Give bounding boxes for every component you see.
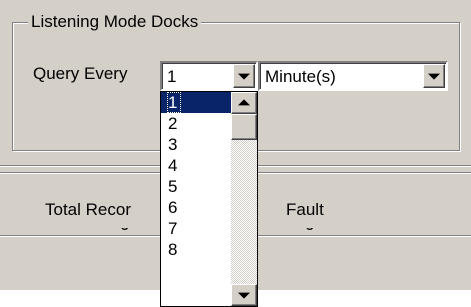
dropdown-scrollbar[interactable] bbox=[231, 92, 257, 306]
query-unit-dropdown-button[interactable] bbox=[423, 64, 445, 88]
groupbox-title: Listening Mode Docks bbox=[28, 11, 202, 33]
scrollbar-thumb[interactable] bbox=[231, 114, 257, 140]
dropdown-option-6[interactable]: 6 bbox=[161, 197, 233, 218]
total-records-value-text: 0 bbox=[120, 228, 129, 234]
fault-label: Fault bbox=[286, 200, 324, 219]
fault-value: 0 bbox=[305, 228, 314, 234]
query-every-label: Query Every bbox=[33, 64, 128, 83]
dropdown-option-2[interactable]: 2 bbox=[161, 113, 233, 134]
total-records-value: 0 bbox=[120, 228, 129, 234]
query-number-value: 1 bbox=[167, 67, 177, 86]
scroll-up-button[interactable] bbox=[231, 92, 257, 114]
query-number-dropdown-button[interactable] bbox=[233, 64, 255, 88]
dropdown-option-5[interactable]: 5 bbox=[161, 176, 233, 197]
dropdown-option-3[interactable]: 3 bbox=[161, 134, 233, 155]
query-unit-combo[interactable]: Minute(s) bbox=[258, 61, 448, 91]
scroll-down-button[interactable] bbox=[231, 284, 257, 306]
query-number-combo[interactable]: 1 bbox=[160, 61, 258, 91]
fault-value-text: 0 bbox=[305, 228, 314, 234]
dropdown-option-8[interactable]: 8 bbox=[161, 239, 233, 260]
dropdown-options: 1 2 3 4 5 6 7 8 bbox=[161, 92, 233, 260]
dropdown-option-7[interactable]: 7 bbox=[161, 218, 233, 239]
chevron-down-icon bbox=[238, 292, 250, 299]
dropdown-option-1[interactable]: 1 bbox=[161, 92, 233, 113]
total-records-label: Total Recor bbox=[45, 200, 131, 219]
query-unit-value: Minute(s) bbox=[265, 67, 336, 86]
chevron-down-icon bbox=[238, 73, 250, 80]
query-number-dropdown-list[interactable]: 1 2 3 4 5 6 7 8 bbox=[160, 91, 258, 307]
dropdown-option-4[interactable]: 4 bbox=[161, 155, 233, 176]
chevron-down-icon bbox=[428, 73, 440, 80]
dropdown-option-label: 1 bbox=[166, 92, 182, 113]
chevron-up-icon bbox=[238, 99, 250, 106]
